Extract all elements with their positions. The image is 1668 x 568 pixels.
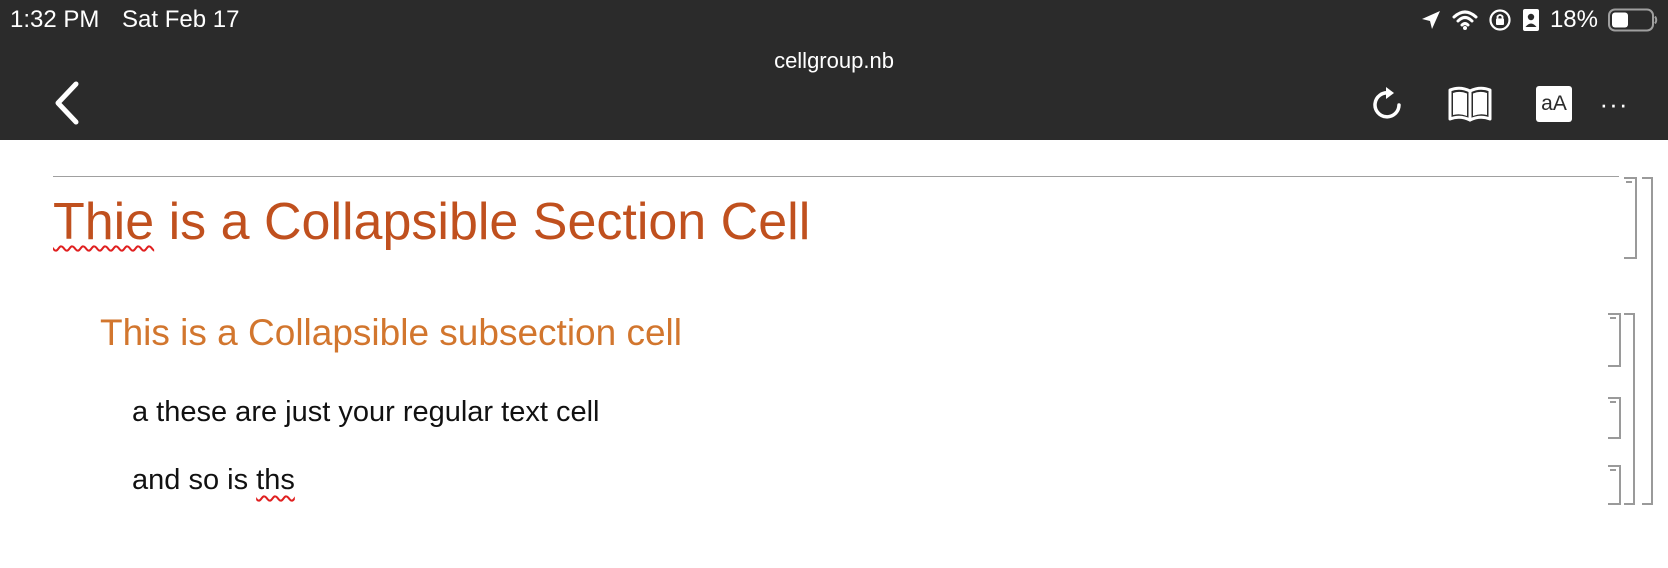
notebook-area: Thie is a Collapsible Section Cell This …	[0, 140, 1668, 568]
cell-brackets	[1608, 177, 1653, 505]
location-arrow-icon	[1420, 9, 1442, 31]
cell-bracket-text-2[interactable]	[1608, 465, 1621, 505]
contact-badge-icon	[1522, 8, 1540, 32]
group-bracket-section[interactable]	[1642, 177, 1653, 505]
document-title: cellgroup.nb	[774, 48, 894, 73]
font-size-icon: aA	[1536, 86, 1572, 122]
group-bracket-subsection[interactable]	[1624, 313, 1635, 505]
book-icon	[1448, 86, 1492, 122]
status-date: Sat Feb 17	[122, 6, 240, 33]
reload-icon	[1373, 87, 1401, 119]
book-button[interactable]	[1446, 82, 1494, 126]
back-button[interactable]	[50, 80, 86, 126]
reload-button[interactable]	[1368, 82, 1408, 126]
font-size-button[interactable]: aA	[1534, 82, 1574, 126]
status-time: 1:32 PM	[10, 6, 100, 33]
wifi-icon	[1452, 9, 1478, 31]
cell-bracket-section[interactable]	[1624, 177, 1637, 259]
battery-icon	[1608, 8, 1658, 32]
more-icon: ···	[1599, 88, 1629, 119]
back-chevron-icon	[55, 81, 79, 125]
cell-bracket-subsection[interactable]	[1608, 313, 1621, 367]
cell-bracket-text-1[interactable]	[1608, 397, 1621, 439]
battery-percent: 18%	[1549, 6, 1598, 33]
rotation-lock-icon	[1488, 8, 1512, 32]
more-button[interactable]: ···	[1596, 82, 1632, 126]
top-bar: 1:32 PM Sat Feb 17 18% cellgroup.nb aA ·…	[0, 0, 1668, 140]
status-icons: 18%	[1420, 6, 1658, 34]
